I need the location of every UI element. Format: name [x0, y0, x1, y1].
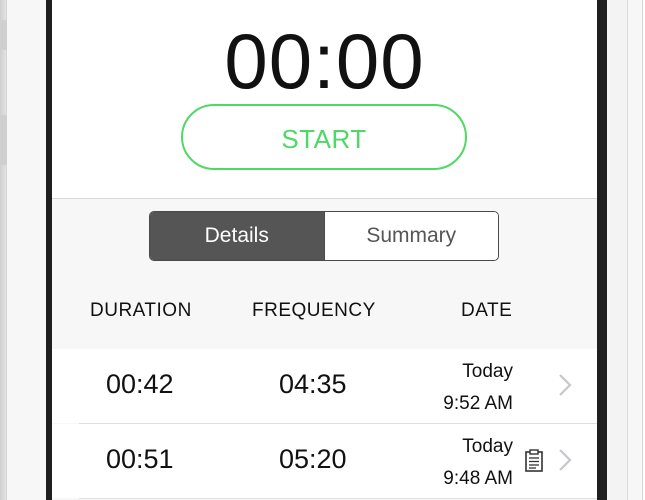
column-header-duration: DURATION	[90, 300, 192, 321]
chevron-right-icon[interactable]	[557, 373, 573, 397]
table-row[interactable]: 00:51 05:20 Today 9:48 AM	[52, 424, 597, 498]
date-day: Today	[462, 436, 513, 457]
timer-display: 00:00	[224, 17, 425, 105]
view-segmented-control: Details Summary	[149, 211, 499, 261]
column-header-date: DATE	[461, 300, 513, 321]
frequency-cell: 04:35	[279, 369, 347, 399]
app-screen: 00:00 START Details Summary DURATION FRE…	[52, 0, 597, 500]
column-header-frequency: FREQUENCY	[252, 300, 376, 321]
date-day: Today	[462, 361, 513, 382]
frequency-cell: 05:20	[279, 444, 347, 474]
row-divider	[79, 498, 597, 499]
start-button[interactable]: START	[181, 104, 467, 170]
duration-cell: 00:51	[106, 444, 174, 474]
duration-cell: 00:42	[106, 369, 174, 399]
volume-button	[0, 20, 7, 50]
date-time: 9:48 AM	[443, 468, 513, 489]
segment-details[interactable]: Details	[150, 212, 324, 260]
table-row[interactable]: 00:42 04:35 Today 9:52 AM	[52, 349, 597, 423]
note-icon	[525, 449, 543, 472]
phone-edge	[607, 0, 628, 500]
date-time: 9:52 AM	[443, 393, 513, 414]
volume-button	[0, 115, 7, 165]
segment-summary[interactable]: Summary	[323, 212, 498, 260]
chevron-right-icon[interactable]	[557, 448, 573, 472]
timer-panel: 00:00 START	[52, 0, 597, 199]
